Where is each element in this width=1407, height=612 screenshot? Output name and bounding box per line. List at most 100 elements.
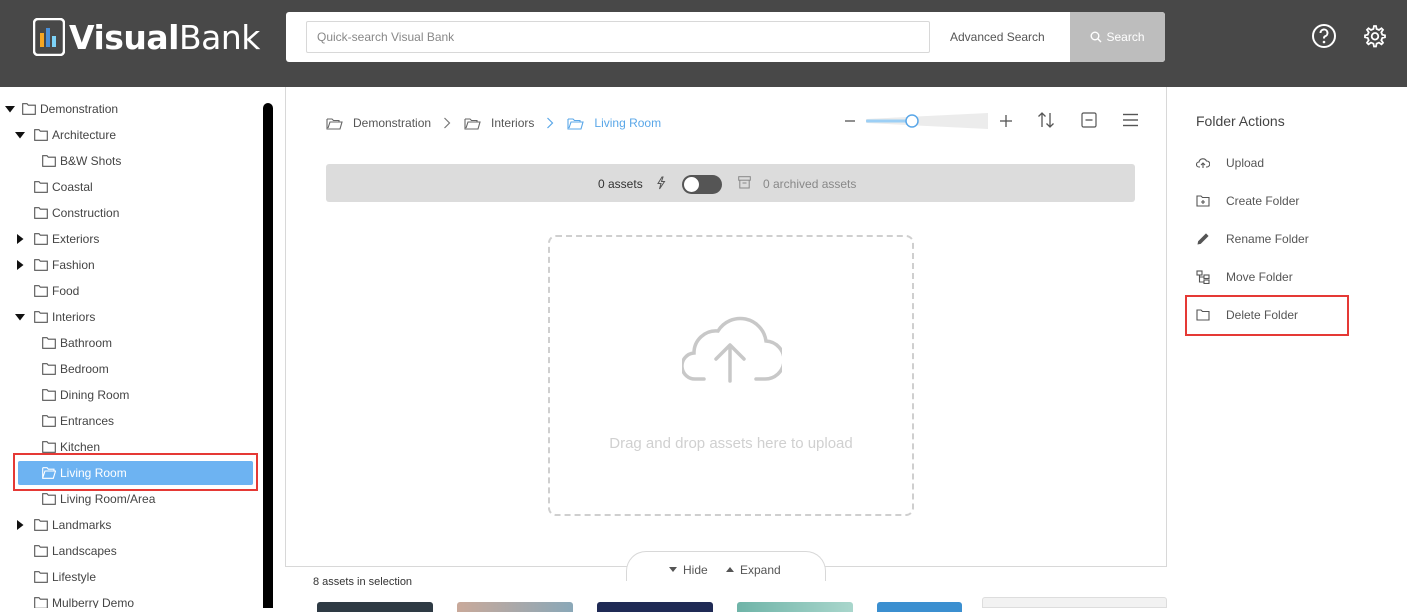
selection-thumbnail[interactable] (877, 602, 962, 612)
archived-toggle[interactable] (682, 175, 722, 194)
sidebar-item-coastal[interactable]: Coastal (0, 174, 262, 200)
sidebar-item-b-w-shots[interactable]: B&W Shots (0, 148, 262, 174)
search-button[interactable]: Search (1070, 12, 1165, 62)
sidebar-item-mulberry-demo[interactable]: Mulberry Demo (0, 590, 262, 608)
sidebar-item-label: Food (52, 284, 80, 298)
folder-icon (34, 571, 48, 583)
move-folder-action[interactable]: Move Folder (1196, 267, 1293, 287)
sidebar-item-lifestyle[interactable]: Lifestyle (0, 564, 262, 590)
folder-icon (34, 233, 48, 245)
advanced-search-link[interactable]: Advanced Search (950, 30, 1045, 44)
folder-icon (42, 155, 56, 167)
sidebar-item-fashion[interactable]: Fashion (0, 252, 262, 278)
folder-icon (34, 207, 48, 219)
sidebar-item-landmarks[interactable]: Landmarks (0, 512, 262, 538)
upload-action[interactable]: Upload (1196, 153, 1264, 173)
sidebar-item-construction[interactable]: Construction (0, 200, 262, 226)
folder-icon (42, 441, 56, 453)
folder-icon (22, 103, 36, 115)
folder-plus-icon (1196, 195, 1210, 207)
collapse-all-icon[interactable] (1081, 112, 1097, 128)
folder-icon (42, 337, 56, 349)
sidebar-scrollbar[interactable] (263, 103, 273, 608)
sidebar-item-label: Landscapes (52, 544, 117, 558)
search-box: Advanced Search Search (286, 12, 1165, 62)
breadcrumb: Demonstration Interiors Living Room (326, 114, 661, 132)
folder-tree: Demonstration Architecture B&W Shots Coasta… (0, 87, 262, 608)
breadcrumb-item-interiors[interactable]: Interiors (464, 116, 534, 130)
zoom-in-icon[interactable] (999, 114, 1013, 128)
zoom-out-icon[interactable] (844, 115, 856, 127)
action-label: Move Folder (1226, 270, 1293, 284)
chevron-right-icon (547, 117, 554, 129)
sidebar-item-bedroom[interactable]: Bedroom (0, 356, 262, 382)
sidebar-item-architecture[interactable]: Architecture (0, 122, 262, 148)
folder-icon (34, 597, 48, 608)
sidebar-item-label: Exteriors (52, 232, 100, 246)
expand-label: Expand (740, 563, 781, 577)
sidebar-item-label: Architecture (52, 128, 117, 142)
selection-thumbnail[interactable] (317, 602, 433, 612)
folder-icon (34, 311, 48, 323)
living-room-highlight (13, 453, 258, 491)
caret-down-icon[interactable] (15, 312, 25, 322)
sidebar-item-dining-room[interactable]: Dining Room (0, 382, 262, 408)
sidebar-item-label: Living Room/Area (60, 492, 156, 506)
caret-down-icon[interactable] (5, 104, 15, 114)
rename-folder-action[interactable]: Rename Folder (1196, 229, 1309, 249)
search-button-label: Search (1106, 30, 1145, 44)
selection-thumbnail[interactable] (457, 602, 573, 612)
main-panel: Demonstration Interiors Living Room 0 as… (285, 87, 1167, 567)
selection-tray-tab: Hide Expand (626, 551, 826, 581)
sidebar-item-exteriors[interactable]: Exteriors (0, 226, 262, 252)
visual-bank-logo[interactable]: VisualBank (32, 16, 260, 58)
dropzone-text: Drag and drop assets here to upload (609, 435, 853, 452)
sidebar-item-bathroom[interactable]: Bathroom (0, 330, 262, 356)
folder-actions-title: Folder Actions (1196, 113, 1285, 129)
sidebar-item-label: Bedroom (60, 362, 109, 376)
sidebar-item-demonstration[interactable]: Demonstration (0, 96, 262, 122)
sort-icon[interactable] (1037, 111, 1055, 129)
caret-down-icon[interactable] (15, 130, 25, 140)
sidebar-item-label: Construction (52, 206, 120, 220)
sidebar-item-interiors[interactable]: Interiors (0, 304, 262, 330)
breadcrumb-label: Demonstration (353, 116, 432, 130)
folder-icon (34, 129, 48, 141)
caret-up-icon (726, 567, 734, 572)
caret-right-icon[interactable] (15, 260, 25, 270)
gear-icon[interactable] (1361, 23, 1387, 49)
breadcrumb-item-demonstration[interactable]: Demonstration (326, 116, 431, 130)
sidebar-item-entrances[interactable]: Entrances (0, 408, 262, 434)
selection-thumbnail[interactable] (737, 602, 853, 612)
selection-thumbnail[interactable] (597, 602, 713, 612)
folder-icon (34, 181, 48, 193)
expand-button[interactable]: Expand (726, 563, 781, 577)
folder-icon (34, 519, 48, 531)
cloud-upload-icon (682, 316, 782, 383)
logo-text: VisualBank (69, 17, 260, 57)
help-circle-icon[interactable] (1311, 23, 1337, 49)
folder-icon (34, 285, 48, 297)
action-label: Upload (1226, 156, 1265, 170)
pencil-icon (1197, 233, 1209, 245)
sidebar-item-landscapes[interactable]: Landscapes (0, 538, 262, 564)
app-header: VisualBank Advanced Search Search (0, 0, 1407, 87)
caret-right-icon[interactable] (15, 234, 25, 244)
folder-icon (42, 389, 56, 401)
breadcrumb-item-living-room[interactable]: Living Room (567, 116, 661, 130)
selection-tray-panel (982, 597, 1167, 608)
zoom-slider[interactable] (866, 113, 988, 129)
sidebar-item-food[interactable]: Food (0, 278, 262, 304)
caret-right-icon[interactable] (15, 520, 25, 530)
folder-actions-panel: Folder Actions Upload Create Folder Rena… (1167, 87, 1407, 608)
upload-dropzone[interactable]: Drag and drop assets here to upload (548, 235, 914, 516)
menu-icon[interactable] (1122, 113, 1139, 127)
sidebar-item-label: Bathroom (60, 336, 113, 350)
sidebar-item-label: Dining Room (60, 388, 130, 402)
folder-icon (42, 415, 56, 427)
sidebar-item-label: Entrances (60, 414, 115, 428)
hide-button[interactable]: Hide (669, 563, 708, 577)
breadcrumb-label: Living Room (594, 116, 662, 130)
create-folder-action[interactable]: Create Folder (1196, 191, 1299, 211)
quick-search-input[interactable] (306, 21, 930, 53)
